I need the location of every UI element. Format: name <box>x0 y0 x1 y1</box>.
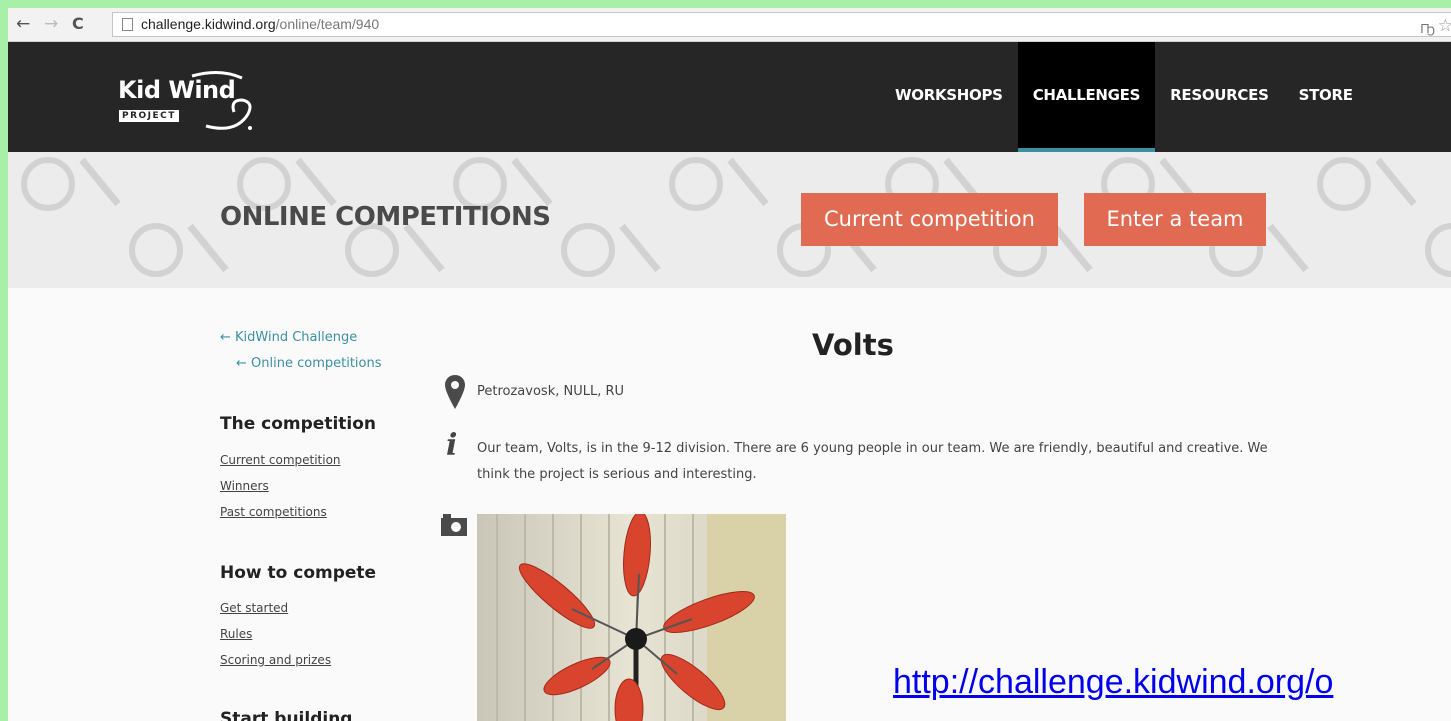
bookmark-star-icon[interactable]: ☆ <box>1438 14 1451 37</box>
team-name-title: Volts <box>812 328 894 362</box>
back-arrow-icon[interactable]: ← <box>16 14 30 34</box>
overlay-url-link[interactable]: http://challenge.kidwind.org/o <box>893 663 1333 702</box>
breadcrumb-kidwind-challenge[interactable]: ← KidWind Challenge <box>220 330 357 345</box>
current-competition-button[interactable]: Current competition <box>801 193 1058 246</box>
url-domain: challenge.kidwind.org <box>141 16 276 32</box>
address-bar[interactable]: challenge.kidwind.org/online/team/940 Ҧ … <box>112 12 1451 37</box>
menu-item-store[interactable]: STORE <box>1284 42 1368 152</box>
sidebar-link-scoring-prizes[interactable]: Scoring and prizes <box>220 653 331 667</box>
main-menu: WORKSHOPS CHALLENGES RESOURCES STORE <box>880 42 1368 152</box>
sidebar-link-winners[interactable]: Winners <box>220 479 269 493</box>
menu-item-workshops[interactable]: WORKSHOPS <box>880 42 1018 152</box>
menu-item-challenges[interactable]: CHALLENGES <box>1017 42 1156 152</box>
browser-toolbar: ← → C challenge.kidwind.org/online/team/… <box>8 8 1451 42</box>
enter-team-button[interactable]: Enter a team <box>1084 193 1266 246</box>
location-pin-icon <box>445 375 465 409</box>
breadcrumb-online-competitions[interactable]: ← Online competitions <box>236 356 382 371</box>
camera-icon <box>441 514 467 536</box>
sidebar-link-get-started[interactable]: Get started <box>220 601 288 615</box>
banner-title: ONLINE COMPETITIONS <box>220 202 551 232</box>
sidebar-link-current-competition[interactable]: Current competition <box>220 453 341 467</box>
team-photo-wind-turbine[interactable] <box>477 514 786 721</box>
logo-swirl-icon <box>191 71 252 130</box>
team-description: Our team, Volts, is in the 9-12 division… <box>477 441 1268 482</box>
page-icon <box>122 18 133 31</box>
info-icon: i <box>446 428 458 463</box>
reload-icon[interactable]: C <box>72 14 84 34</box>
sidebar-heading-competition: The competition <box>220 414 377 434</box>
main-content: ← KidWind Challenge ← Online competition… <box>8 288 1451 721</box>
site-header: Kid Wind PROJECT WORKSHOPS CHALLENGES RE… <box>8 42 1451 152</box>
team-location: Petrozavosk, NULL, RU <box>477 384 625 399</box>
competition-banner: ONLINE COMPETITIONS Current competition … <box>8 152 1451 288</box>
sidebar-heading-how-to-compete: How to compete <box>220 563 377 583</box>
sidebar-link-past-competitions[interactable]: Past competitions <box>220 505 327 519</box>
menu-item-resources[interactable]: RESOURCES <box>1155 42 1283 152</box>
sidebar-link-rules[interactable]: Rules <box>220 627 252 641</box>
forward-arrow-icon[interactable]: → <box>44 14 58 34</box>
kidwind-logo[interactable]: Kid Wind PROJECT <box>118 66 258 136</box>
url-path: /online/team/940 <box>275 16 380 32</box>
translate-icon[interactable]: Ҧ <box>1420 17 1435 40</box>
sidebar-heading-start-building: Start building <box>220 709 353 721</box>
